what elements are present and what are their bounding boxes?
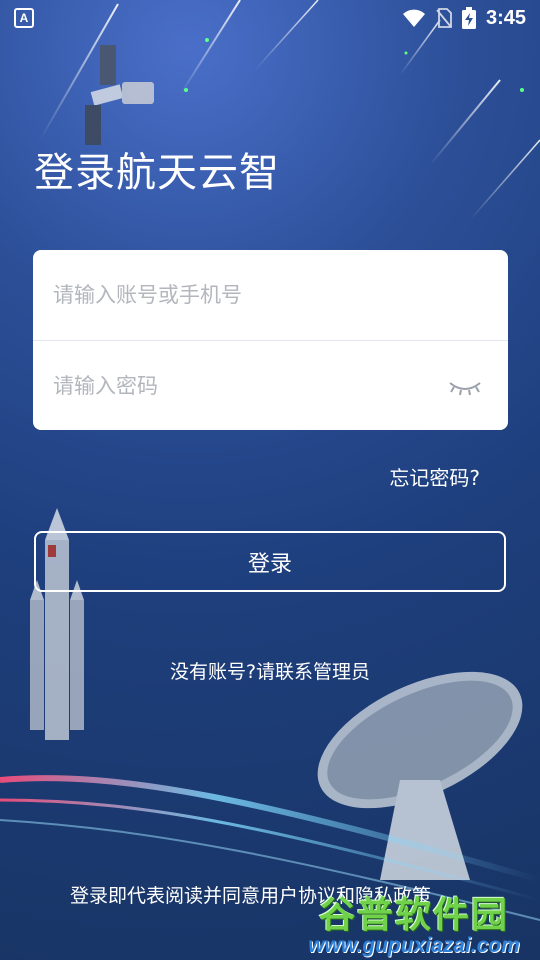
eye-closed-icon[interactable] [448,377,482,397]
status-right: 3:45 [402,7,526,30]
battery-charging-icon [461,7,476,29]
no-sim-icon [436,8,452,28]
login-button[interactable]: 登录 [34,531,506,592]
no-account-hint: 没有账号?请联系管理员 [169,661,371,683]
status-time: 3:45 [485,6,526,29]
password-input[interactable] [51,372,490,399]
status-left: A [14,8,34,28]
password-field [33,340,508,430]
notification-app-icon: A [14,8,34,28]
page-title: 登录航天云智 [34,150,280,196]
login-form [33,250,508,430]
satellite-illustration [85,45,154,145]
watermark-name: 谷普软件园 [318,895,509,936]
forgot-password-link[interactable]: 忘记密码? [389,462,480,491]
wifi-icon [402,9,425,27]
account-field [33,250,508,340]
status-bar: A 3:45 [0,0,540,36]
watermark-url: www.gupuxiazai.com [308,934,520,957]
account-input[interactable] [51,282,490,308]
watermark-logo: 谷普软件园 www.gupuxiazai.com [294,886,534,957]
